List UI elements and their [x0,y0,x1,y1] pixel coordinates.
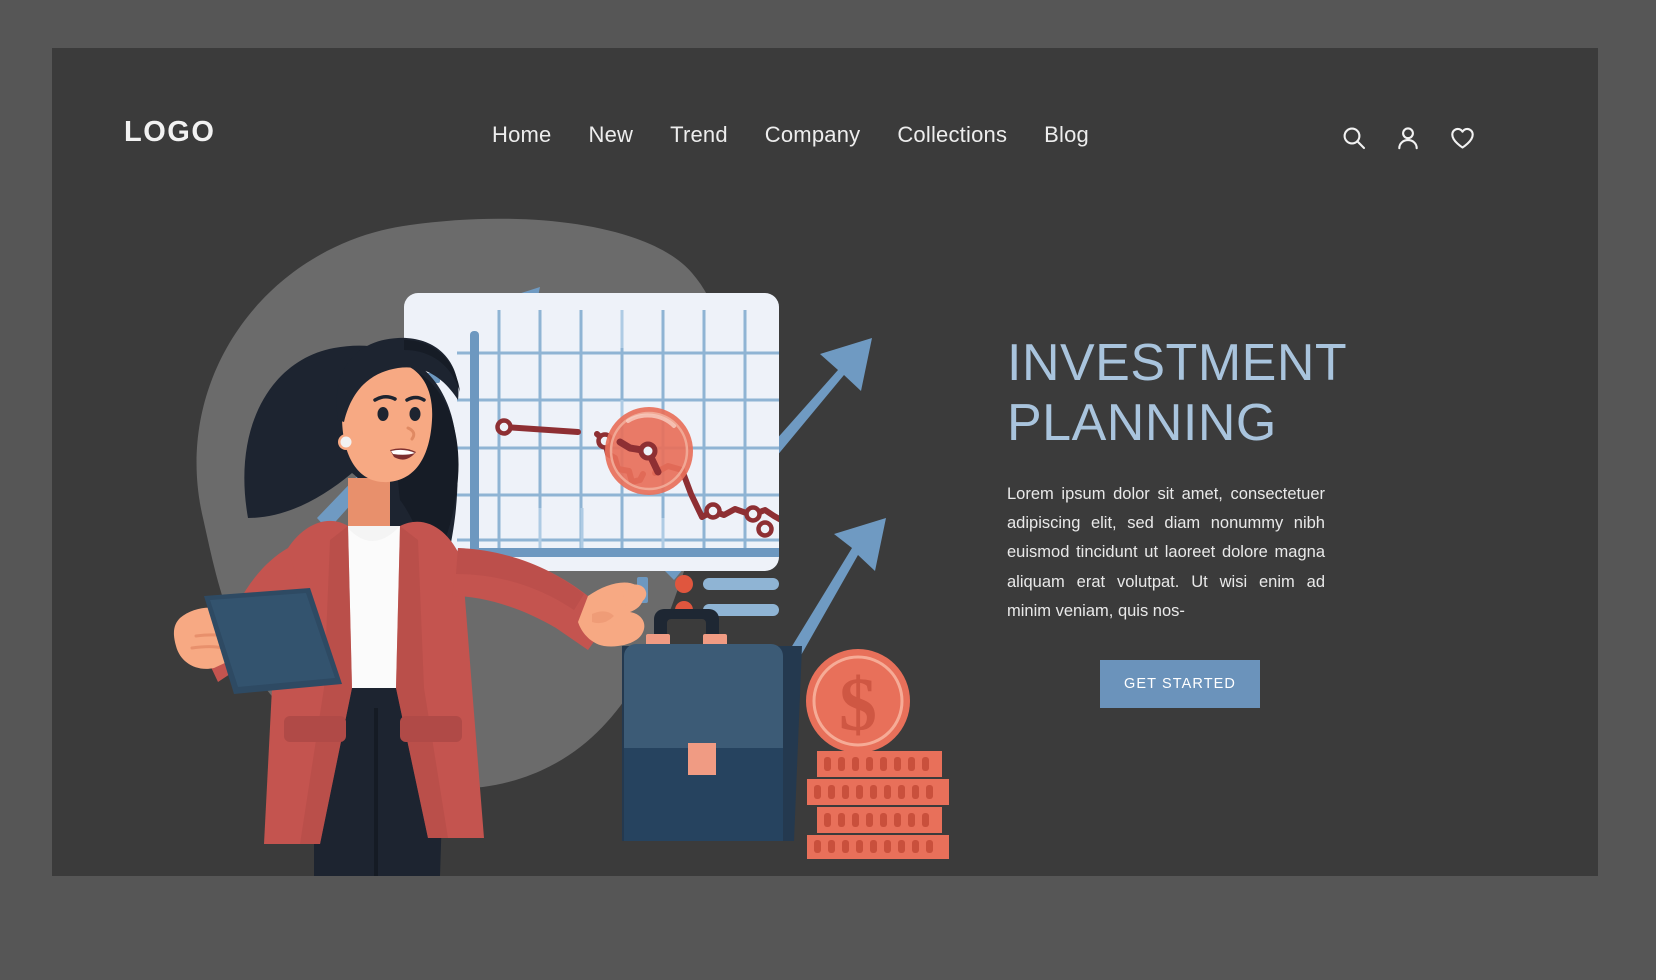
hero-copy: INVESTMENT PLANNING Lorem ipsum dolor si… [1007,333,1427,709]
page-title: INVESTMENT PLANNING [1007,334,1347,453]
search-icon[interactable] [1340,124,1368,152]
page-root: LOGO Home New Trend Company Collections … [0,0,1656,980]
magnifier-on-chart [605,407,693,495]
heart-icon[interactable] [1448,124,1476,152]
chart-x-axis [470,548,779,557]
get-started-button[interactable]: GET STARTED [1100,660,1260,709]
briefcase [622,609,802,841]
hero-description: Lorem ipsum dolor sit amet, consectetuer… [1007,484,1325,621]
coin-stack [807,751,949,859]
hero-illustration: $ [52,48,1052,876]
header-icon-group [1340,124,1476,152]
legend-label-1 [703,578,779,590]
user-icon[interactable] [1394,124,1422,152]
svg-text:$: $ [839,663,877,747]
dollar-coin: $ [806,649,910,753]
chart-y-axis [470,331,479,553]
hero-panel: LOGO Home New Trend Company Collections … [52,48,1598,876]
legend-dot-1 [675,575,693,593]
